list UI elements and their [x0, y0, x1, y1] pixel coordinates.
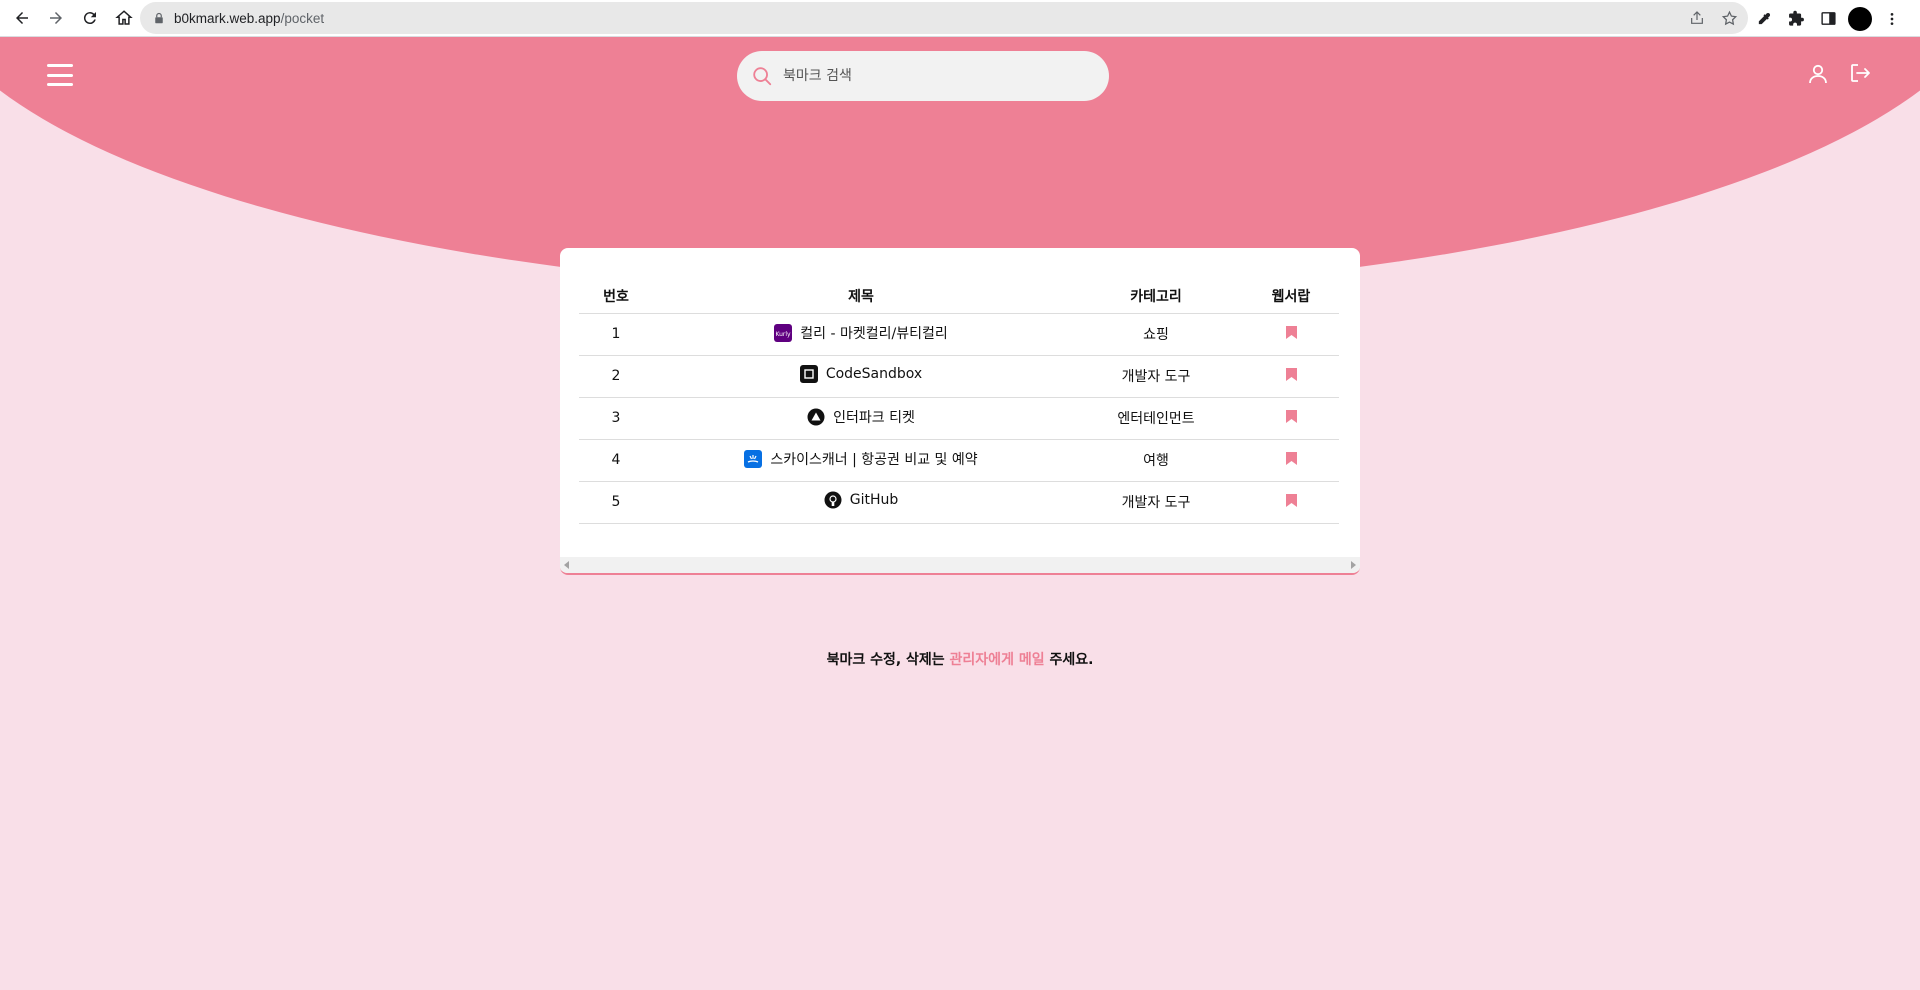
star-icon[interactable] — [1718, 7, 1740, 29]
row-category: 개발자 도구 — [1069, 355, 1243, 398]
hamburger-menu-icon[interactable] — [47, 64, 73, 86]
table-row: 2 CodeSandbox 개발자 도구 — [579, 355, 1339, 398]
search-bar — [737, 51, 1109, 101]
extensions-icon[interactable] — [1784, 7, 1808, 31]
address-bar[interactable]: b0kmark.web.app/pocket — [140, 2, 1748, 34]
column-header-drawer: 웹서랍 — [1243, 279, 1339, 314]
row-number: 3 — [579, 397, 653, 440]
notice-text: 북마크 수정, 삭제는 관리자에게 메일 주세요. — [826, 652, 1094, 668]
scroll-left-icon[interactable] — [564, 561, 569, 569]
kebab-menu-icon[interactable] — [1880, 7, 1904, 31]
url-text: b0kmark.web.app/pocket — [174, 10, 325, 26]
bookmark-table-card: 번호 제목 카테고리 웹서랍 1 Kurly 컬리 - 마켓컬리/뷰티컬리 쇼핑… — [560, 248, 1360, 575]
row-title-cell[interactable]: CodeSandbox — [653, 355, 1069, 398]
bookmark-icon[interactable] — [1285, 325, 1297, 339]
search-input[interactable] — [783, 68, 1083, 84]
column-header-category: 카테고리 — [1069, 279, 1243, 314]
svg-text:Kurly: Kurly — [776, 331, 792, 338]
row-category: 쇼핑 — [1069, 313, 1243, 356]
row-number: 1 — [579, 313, 653, 356]
back-icon[interactable] — [6, 2, 38, 34]
bookmark-icon[interactable] — [1285, 493, 1297, 507]
side-panel-icon[interactable] — [1816, 7, 1840, 31]
row-category: 여행 — [1069, 439, 1243, 482]
bookmark-title-link[interactable]: 스카이스캐너 | 항공권 비교 및 예약 — [770, 449, 977, 469]
row-title-cell[interactable]: GitHub — [653, 481, 1069, 524]
table-row: 3 인터파크 티켓 엔터테인먼트 — [579, 397, 1339, 440]
bookmark-icon[interactable] — [1285, 367, 1297, 381]
bookmark-title-link[interactable]: CodeSandbox — [826, 366, 922, 382]
interpark-icon — [807, 408, 825, 426]
admin-mail-link[interactable]: 관리자에게 메일 — [950, 652, 1045, 668]
row-category: 엔터테인먼트 — [1069, 397, 1243, 440]
logout-icon[interactable] — [1848, 61, 1872, 85]
lock-icon[interactable] — [152, 11, 166, 25]
row-category: 개발자 도구 — [1069, 481, 1243, 524]
column-header-number: 번호 — [579, 279, 653, 314]
horizontal-scrollbar[interactable] — [560, 557, 1360, 573]
row-title-cell[interactable]: 인터파크 티켓 — [653, 397, 1069, 440]
skyscanner-icon — [744, 449, 763, 468]
table-row: 4 스카이스캐너 | 항공권 비교 및 예약 여행 — [579, 439, 1339, 482]
row-number: 2 — [579, 355, 653, 398]
forward-icon[interactable] — [40, 2, 72, 34]
app-viewport: 번호 제목 카테고리 웹서랍 1 Kurly 컬리 - 마켓컬리/뷰티컬리 — [0, 37, 1920, 990]
row-title-cell[interactable]: 스카이스캐너 | 항공권 비교 및 예약 — [653, 439, 1069, 482]
row-number: 4 — [579, 439, 653, 482]
share-icon[interactable] — [1686, 7, 1708, 29]
bookmark-icon[interactable] — [1285, 409, 1297, 423]
home-icon[interactable] — [108, 2, 140, 34]
table-row: 1 Kurly 컬리 - 마켓컬리/뷰티컬리 쇼핑 — [579, 313, 1339, 356]
bookmark-title-link[interactable]: 컬리 - 마켓컬리/뷰티컬리 — [800, 323, 947, 343]
search-icon[interactable] — [749, 63, 775, 89]
table-row: 5 GitHub 개발자 도구 — [579, 481, 1339, 524]
column-header-title: 제목 — [653, 279, 1069, 314]
bookmark-icon[interactable] — [1285, 451, 1297, 465]
row-title-cell[interactable]: Kurly 컬리 - 마켓컬리/뷰티컬리 — [653, 313, 1069, 356]
user-icon[interactable] — [1806, 62, 1830, 86]
scroll-right-icon[interactable] — [1351, 561, 1356, 569]
reload-icon[interactable] — [74, 2, 106, 34]
eyedropper-icon[interactable] — [1752, 7, 1776, 31]
browser-toolbar: b0kmark.web.app/pocket — [0, 0, 1920, 37]
codesandbox-icon — [799, 365, 818, 383]
profile-avatar[interactable] — [1848, 6, 1872, 31]
github-icon — [824, 491, 842, 509]
bookmark-table: 번호 제목 카테고리 웹서랍 1 Kurly 컬리 - 마켓컬리/뷰티컬리 쇼핑… — [579, 279, 1339, 524]
table-header-row: 번호 제목 카테고리 웹서랍 — [579, 279, 1339, 314]
bookmark-title-link[interactable]: GitHub — [850, 492, 899, 508]
row-number: 5 — [579, 481, 653, 524]
kurly-icon: Kurly — [774, 323, 793, 342]
bookmark-title-link[interactable]: 인터파크 티켓 — [833, 407, 915, 427]
